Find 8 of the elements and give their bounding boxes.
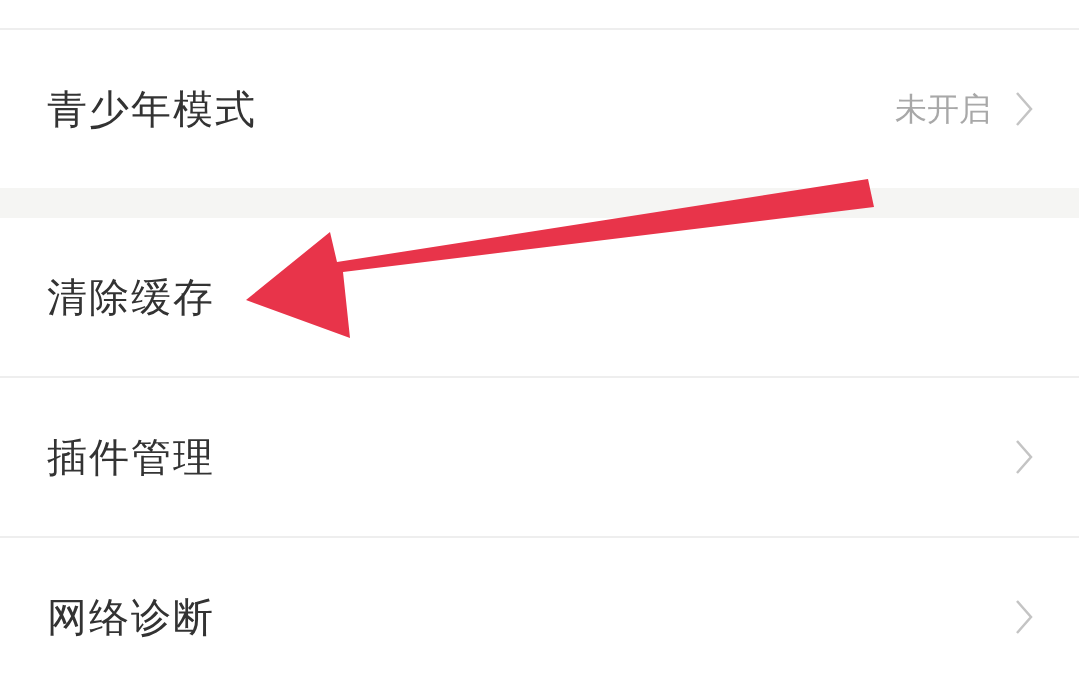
chevron-right-icon bbox=[1015, 91, 1033, 127]
row-label: 网络诊断 bbox=[47, 593, 215, 642]
row-label: 青少年模式 bbox=[47, 85, 257, 134]
chevron-right-icon bbox=[1015, 599, 1033, 635]
chevron-right-icon bbox=[1015, 439, 1033, 475]
row-label: 插件管理 bbox=[47, 433, 215, 482]
row-label: 清除缓存 bbox=[47, 273, 215, 322]
row-value: 未开启 bbox=[895, 89, 991, 130]
